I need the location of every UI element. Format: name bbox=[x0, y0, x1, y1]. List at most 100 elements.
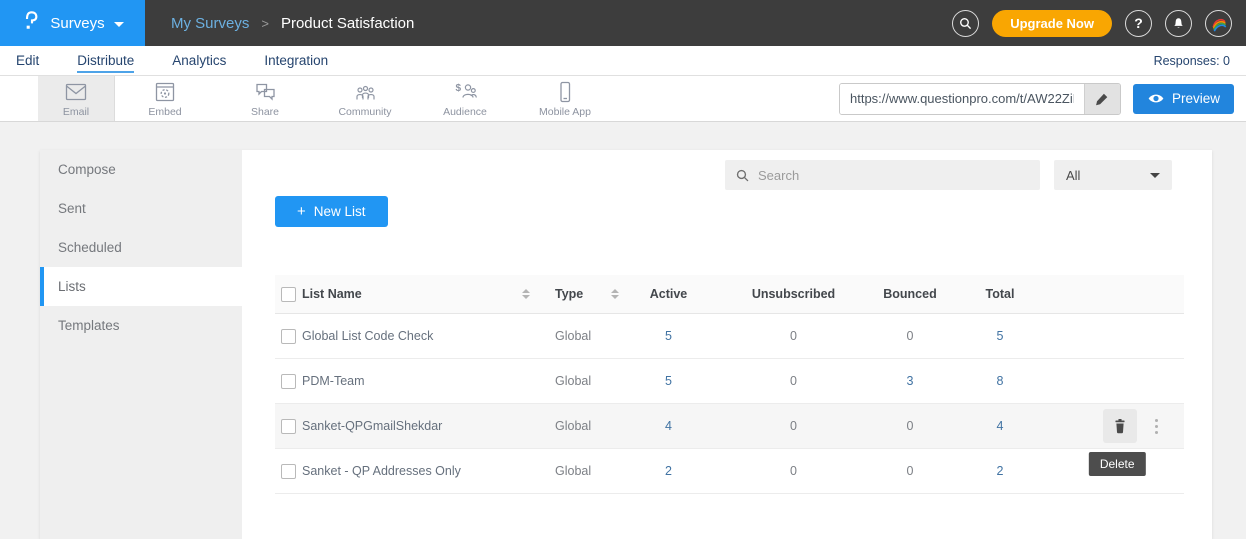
embed-icon bbox=[153, 80, 177, 104]
tab-integration[interactable]: Integration bbox=[264, 48, 328, 73]
total-count-link[interactable]: 8 bbox=[945, 374, 1055, 388]
table-row[interactable]: Sanket-QPGmailShekdarGlobal4004Delete bbox=[275, 404, 1184, 449]
tab-analytics[interactable]: Analytics bbox=[172, 48, 226, 73]
breadcrumb: My Surveys > Product Satisfaction bbox=[171, 15, 414, 32]
responses-count: Responses: 0 bbox=[1154, 54, 1246, 68]
list-search-box bbox=[725, 160, 1040, 190]
column-header-total: Total bbox=[945, 287, 1055, 301]
sidebar-item-templates[interactable]: Templates bbox=[40, 306, 242, 345]
active-count-link[interactable]: 5 bbox=[625, 329, 712, 343]
table-header-row: List NameTypeActiveUnsubscribedBouncedTo… bbox=[275, 275, 1184, 314]
total-count-link[interactable]: 5 bbox=[945, 329, 1055, 343]
sidebar-item-scheduled[interactable]: Scheduled bbox=[40, 228, 242, 267]
active-count-link[interactable]: 5 bbox=[625, 374, 712, 388]
new-list-label: New List bbox=[314, 204, 366, 219]
community-icon bbox=[353, 80, 378, 104]
list-name-link[interactable]: PDM-Team bbox=[302, 374, 538, 388]
chevron-down-icon bbox=[114, 22, 124, 27]
unsubscribed-count: 0 bbox=[712, 374, 875, 388]
channel-mobile-app[interactable]: Mobile App bbox=[515, 76, 615, 121]
tab-edit[interactable]: Edit bbox=[16, 48, 39, 73]
pencil-icon bbox=[1094, 91, 1110, 107]
table-row[interactable]: Global List Code CheckGlobal5005 bbox=[275, 314, 1184, 359]
survey-tabs: Edit Distribute Analytics Integration Respo… bbox=[0, 46, 1246, 76]
channel-email[interactable]: Email bbox=[38, 76, 115, 121]
column-header-list-name: List Name bbox=[302, 287, 538, 301]
row-actions: Delete bbox=[1055, 409, 1184, 443]
tab-distribute[interactable]: Distribute bbox=[77, 48, 134, 73]
sidebar-item-compose[interactable]: Compose bbox=[40, 150, 242, 189]
active-count-link[interactable]: 2 bbox=[625, 464, 712, 478]
list-name-link[interactable]: Global List Code Check bbox=[302, 329, 538, 343]
list-type: Global bbox=[538, 419, 625, 433]
help-button[interactable]: ? bbox=[1125, 10, 1152, 37]
active-count-link[interactable]: 4 bbox=[625, 419, 712, 433]
bounced-count-link[interactable]: 3 bbox=[875, 374, 945, 388]
bounced-count: 0 bbox=[875, 464, 945, 478]
channel-audience[interactable]: $ Audience bbox=[415, 76, 515, 121]
preview-button[interactable]: Preview bbox=[1133, 84, 1234, 114]
top-header: Surveys My Surveys > Product Satisfactio… bbox=[0, 0, 1246, 46]
list-name-link[interactable]: Sanket - QP Addresses Only bbox=[302, 464, 538, 478]
preview-label: Preview bbox=[1172, 91, 1220, 106]
new-list-button[interactable]: + New List bbox=[275, 196, 388, 227]
product-switcher[interactable]: Surveys bbox=[0, 0, 145, 46]
total-count-link[interactable]: 2 bbox=[945, 464, 1055, 478]
chevron-down-icon bbox=[1150, 173, 1160, 178]
breadcrumb-current: Product Satisfaction bbox=[281, 15, 414, 32]
channel-share[interactable]: Share bbox=[215, 76, 315, 121]
email-lists-card: ComposeSentScheduledListsTemplates All +… bbox=[40, 150, 1212, 539]
list-name-link[interactable]: Sanket-QPGmailShekdar bbox=[302, 419, 538, 433]
channel-list: Email Embed Share Community $ Audience Mobile … bbox=[38, 76, 615, 121]
edit-url-button[interactable] bbox=[1084, 84, 1120, 114]
column-label: List Name bbox=[302, 287, 362, 301]
total-count-link[interactable]: 4 bbox=[945, 419, 1055, 433]
header-actions: Upgrade Now ? bbox=[952, 10, 1246, 37]
table-row[interactable]: Sanket - QP Addresses OnlyGlobal2002 bbox=[275, 449, 1184, 494]
table-row[interactable]: PDM-TeamGlobal5038 bbox=[275, 359, 1184, 404]
channel-embed[interactable]: Embed bbox=[115, 76, 215, 121]
row-checkbox[interactable] bbox=[281, 374, 296, 389]
survey-url-group bbox=[839, 83, 1121, 115]
channel-community[interactable]: Community bbox=[315, 76, 415, 121]
sort-icon[interactable] bbox=[611, 289, 619, 299]
row-menu-button[interactable] bbox=[1151, 415, 1162, 438]
share-icon bbox=[253, 80, 278, 104]
search-button[interactable] bbox=[952, 10, 979, 37]
row-checkbox[interactable] bbox=[281, 464, 296, 479]
lists-panel: All + New List List NameTypeActiveUnsubs… bbox=[242, 150, 1212, 539]
search-icon bbox=[958, 16, 973, 31]
list-search-input[interactable] bbox=[758, 168, 1030, 183]
channel-label: Share bbox=[251, 106, 279, 118]
sidebar-item-sent[interactable]: Sent bbox=[40, 189, 242, 228]
product-name: Surveys bbox=[50, 15, 104, 32]
survey-url-input[interactable] bbox=[840, 84, 1084, 114]
channel-label: Embed bbox=[148, 106, 181, 118]
svg-text:$: $ bbox=[455, 83, 461, 94]
account-avatar[interactable] bbox=[1205, 10, 1232, 37]
row-checkbox[interactable] bbox=[281, 419, 296, 434]
upgrade-now-button[interactable]: Upgrade Now bbox=[992, 10, 1112, 37]
unsubscribed-count: 0 bbox=[712, 419, 875, 433]
notifications-button[interactable] bbox=[1165, 10, 1192, 37]
channel-label: Audience bbox=[443, 106, 487, 118]
distribute-toolbar: Email Embed Share Community $ Audience Mobile … bbox=[0, 76, 1246, 122]
list-filter-dropdown[interactable]: All bbox=[1054, 160, 1172, 190]
sort-icon[interactable] bbox=[522, 289, 530, 299]
toolbar-right: Preview bbox=[839, 76, 1246, 121]
avatar-rainbow-icon bbox=[1208, 13, 1229, 34]
search-row: All bbox=[275, 160, 1172, 190]
plus-icon: + bbox=[297, 203, 306, 220]
channel-label: Email bbox=[63, 106, 89, 118]
channel-label: Community bbox=[338, 106, 391, 118]
select-all-checkbox[interactable] bbox=[281, 287, 296, 302]
table-body: Global List Code CheckGlobal5005PDM-Team… bbox=[275, 314, 1184, 494]
search-icon bbox=[735, 168, 750, 183]
list-type: Global bbox=[538, 464, 625, 478]
sidebar-item-lists[interactable]: Lists bbox=[40, 267, 242, 306]
breadcrumb-parent-link[interactable]: My Surveys bbox=[171, 15, 249, 32]
column-header-bounced: Bounced bbox=[875, 287, 945, 301]
column-header-type: Type bbox=[538, 287, 625, 301]
row-checkbox[interactable] bbox=[281, 329, 296, 344]
delete-list-button[interactable]: Delete bbox=[1103, 409, 1137, 443]
